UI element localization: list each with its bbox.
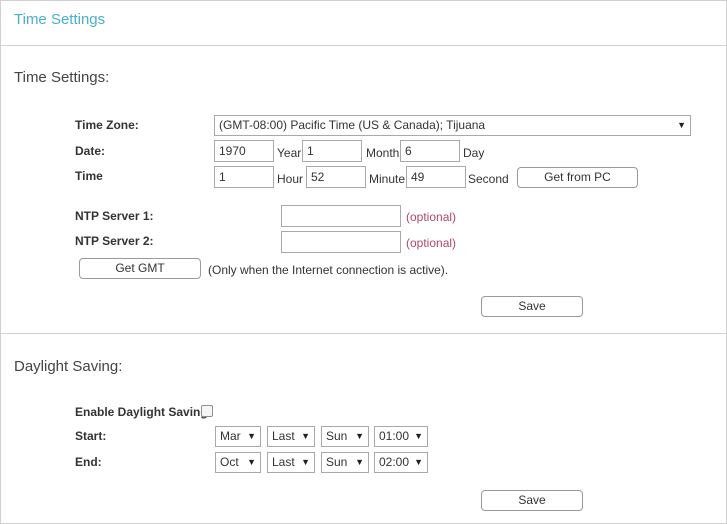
time-label: Time bbox=[75, 169, 103, 183]
daylight-saving-section-title: Daylight Saving: bbox=[14, 358, 123, 375]
dst-start-day-select[interactable]: Sun ▼ bbox=[321, 426, 369, 447]
chevron-down-icon: ▼ bbox=[414, 431, 423, 441]
dst-start-month-select[interactable]: Mar ▼ bbox=[215, 426, 261, 447]
get-gmt-note: (Only when the Internet connection is ac… bbox=[208, 263, 449, 277]
minute-unit-label: Minute bbox=[369, 172, 406, 186]
month-input[interactable]: 1 bbox=[302, 140, 362, 162]
dst-start-day-value: Sun bbox=[326, 429, 348, 443]
enable-daylight-saving-checkbox[interactable] bbox=[201, 405, 213, 417]
day-unit-label: Day bbox=[463, 146, 485, 160]
year-input[interactable]: 1970 bbox=[214, 140, 274, 162]
time-settings-section-title: Time Settings: bbox=[14, 69, 110, 86]
dst-start-week-select[interactable]: Last ▼ bbox=[267, 426, 315, 447]
dst-start-week-value: Last bbox=[272, 429, 295, 443]
day-input[interactable]: 6 bbox=[400, 140, 460, 162]
time-zone-selected-value: (GMT-08:00) Pacific Time (US & Canada); … bbox=[219, 118, 486, 132]
dst-end-week-select[interactable]: Last ▼ bbox=[267, 452, 315, 473]
dst-end-day-value: Sun bbox=[326, 455, 348, 469]
minute-input[interactable]: 52 bbox=[306, 166, 366, 188]
time-zone-label: Time Zone: bbox=[75, 118, 139, 132]
hour-unit-label: Hour bbox=[277, 172, 304, 186]
dst-end-time-select[interactable]: 02:00 ▼ bbox=[374, 452, 428, 473]
dst-start-month-value: Mar bbox=[220, 429, 241, 443]
chevron-down-icon: ▼ bbox=[414, 457, 423, 467]
header-divider bbox=[1, 45, 726, 46]
dst-end-time-value: 02:00 bbox=[379, 455, 410, 469]
get-from-pc-button[interactable]: Get from PC bbox=[517, 167, 638, 188]
dst-end-month-value: Oct bbox=[220, 455, 239, 469]
dst-end-label: End: bbox=[75, 455, 102, 469]
time-settings-panel: Time Settings Time Settings: Time Zone: … bbox=[0, 0, 727, 524]
time-zone-select[interactable]: (GMT-08:00) Pacific Time (US & Canada); … bbox=[214, 115, 691, 136]
year-unit-label: Year bbox=[277, 146, 302, 160]
dst-start-time-value: 01:00 bbox=[379, 429, 410, 443]
section-divider bbox=[1, 333, 726, 334]
ntp-server-2-hint: (optional) bbox=[406, 236, 457, 250]
date-label: Date: bbox=[75, 144, 106, 158]
ntp-server-2-label: NTP Server 2: bbox=[75, 234, 154, 248]
second-unit-label: Second bbox=[468, 172, 509, 186]
page-title: Time Settings bbox=[14, 11, 106, 28]
dst-start-time-select[interactable]: 01:00 ▼ bbox=[374, 426, 428, 447]
chevron-down-icon: ▼ bbox=[247, 457, 256, 467]
month-unit-label: Month bbox=[366, 146, 400, 160]
hour-input[interactable]: 1 bbox=[214, 166, 274, 188]
chevron-down-icon: ▼ bbox=[301, 457, 310, 467]
second-input[interactable]: 49 bbox=[406, 166, 466, 188]
ntp-server-1-input[interactable] bbox=[281, 205, 401, 227]
chevron-down-icon: ▼ bbox=[355, 431, 364, 441]
dst-start-label: Start: bbox=[75, 429, 107, 443]
chevron-down-icon: ▼ bbox=[355, 457, 364, 467]
chevron-down-icon: ▼ bbox=[677, 120, 686, 130]
ntp-server-2-input[interactable] bbox=[281, 231, 401, 253]
ntp-server-1-hint: (optional) bbox=[406, 210, 457, 224]
chevron-down-icon: ▼ bbox=[301, 431, 310, 441]
dst-end-month-select[interactable]: Oct ▼ bbox=[215, 452, 261, 473]
dst-end-week-value: Last bbox=[272, 455, 295, 469]
ntp-server-1-label: NTP Server 1: bbox=[75, 209, 154, 223]
chevron-down-icon: ▼ bbox=[247, 431, 256, 441]
get-gmt-button[interactable]: Get GMT bbox=[79, 258, 201, 279]
dst-end-day-select[interactable]: Sun ▼ bbox=[321, 452, 369, 473]
enable-daylight-saving-label: Enable Daylight Saving: bbox=[75, 405, 212, 419]
daylight-saving-save-button[interactable]: Save bbox=[481, 490, 583, 511]
time-settings-save-button[interactable]: Save bbox=[481, 296, 583, 317]
